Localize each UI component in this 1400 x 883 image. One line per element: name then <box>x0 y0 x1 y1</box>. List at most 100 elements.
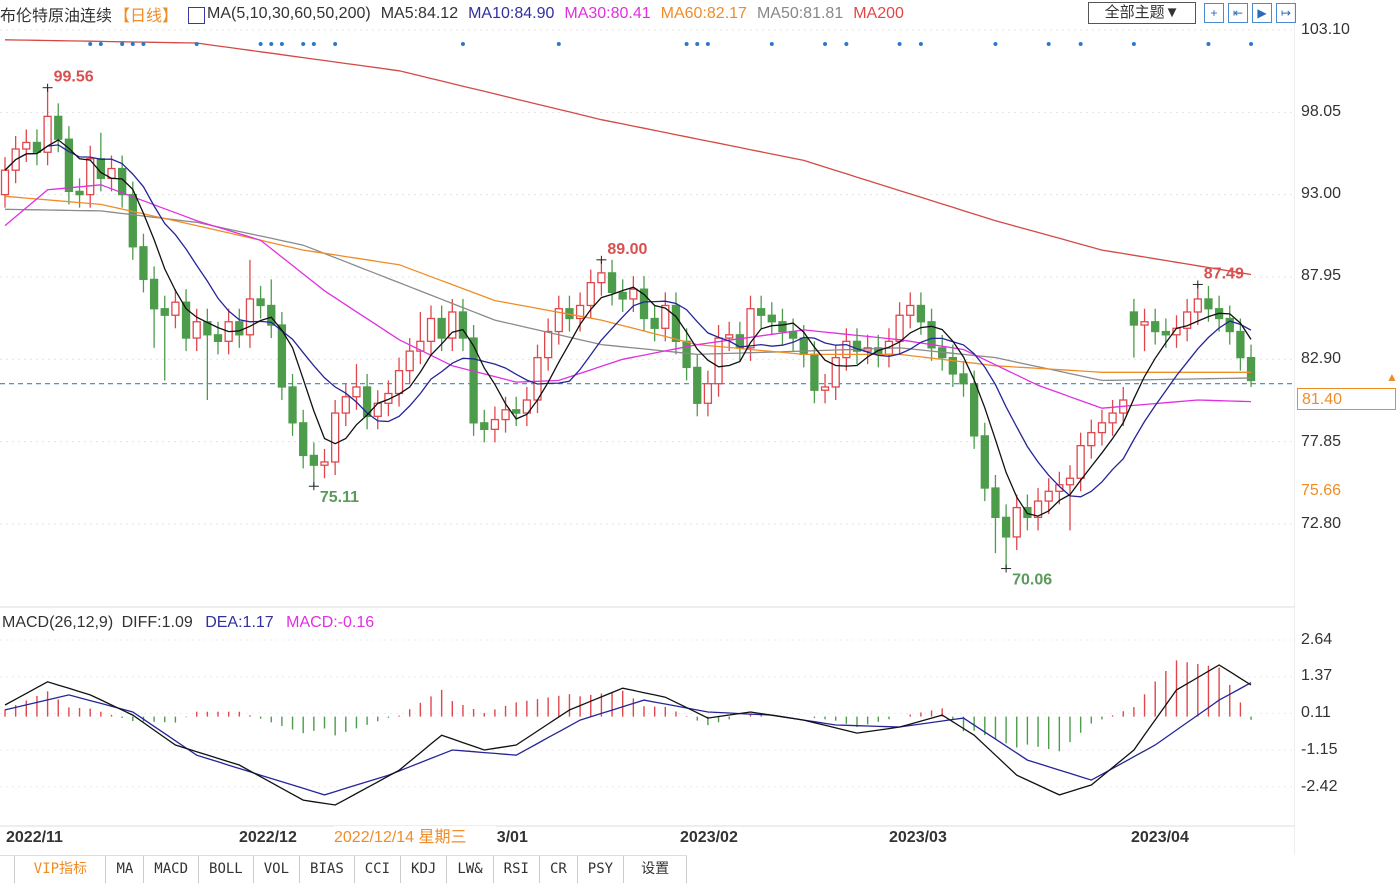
price-tick: 72.80 <box>1301 515 1342 532</box>
candle-body <box>256 298 265 307</box>
tab-bias[interactable]: BIAS <box>300 856 355 883</box>
signal-marker <box>705 42 710 46</box>
signal-marker <box>684 42 689 46</box>
macd-diff: DIFF:1.09 <box>121 614 193 631</box>
signal-marker <box>1078 42 1083 46</box>
candle-body <box>86 158 95 196</box>
candle-body <box>1044 490 1053 502</box>
signal-marker <box>556 42 561 46</box>
tab-psy[interactable]: PSY <box>578 856 625 883</box>
candle-body <box>1097 422 1107 434</box>
candle-body <box>309 454 319 466</box>
candle-body <box>1151 321 1160 333</box>
ma60-line <box>4 195 1251 373</box>
chart-header: 布伦特原油连续 【日线】 MA(5,10,30,60,50,200) MA5:8… <box>0 3 914 25</box>
candle-body <box>767 314 776 323</box>
ma60-value: MA60:82.17 <box>660 5 747 22</box>
tab-rsi[interactable]: RSI <box>494 856 540 883</box>
candle-body <box>544 330 553 359</box>
candle-body <box>245 298 255 336</box>
candle-body <box>597 272 606 284</box>
date-tick: 2022/12 <box>239 829 297 846</box>
candle-body <box>895 314 904 342</box>
marked-price-label: 75.66 <box>1301 482 1342 499</box>
date-tick: 2023/04 <box>1131 829 1189 846</box>
signal-marker <box>918 42 923 46</box>
signal-marker <box>844 42 849 46</box>
signal-marker <box>311 42 316 46</box>
candle-body <box>799 337 808 356</box>
candle-body <box>352 386 361 398</box>
candle-body <box>607 272 617 294</box>
signal-marker <box>695 42 700 46</box>
candle-body <box>916 304 926 323</box>
crosshair-date-tooltip: 2022/12/14 星期三 <box>334 826 496 850</box>
ma50-line <box>4 208 1252 382</box>
candle-body <box>970 383 979 437</box>
candle-body <box>703 383 713 404</box>
signal-marker <box>993 42 998 46</box>
candle-body <box>149 278 159 310</box>
candle-body <box>533 356 542 401</box>
macd-tick: 0.11 <box>1301 704 1331 721</box>
signal-marker <box>141 42 146 46</box>
play-icon[interactable]: ▶ <box>1252 3 1272 23</box>
candle-body <box>75 190 84 196</box>
price-annotation: 75.11 <box>320 489 359 506</box>
candle-body <box>725 334 734 339</box>
candle-body <box>171 301 180 316</box>
zoom-range-icon[interactable]: ⇤ <box>1228 3 1248 23</box>
ma-params: MA(5,10,30,60,50,200) <box>207 5 371 22</box>
macd-tick: -1.15 <box>1301 741 1338 758</box>
candle-body <box>235 321 244 336</box>
signal-marker <box>1206 42 1211 46</box>
candle-body <box>1129 311 1139 326</box>
tab-ma[interactable]: MA <box>106 856 145 883</box>
signal-marker <box>823 42 828 46</box>
candle-body <box>128 193 137 248</box>
tab-settings[interactable]: 设置 <box>624 856 688 883</box>
tab-vol[interactable]: VOL <box>254 856 301 883</box>
tab-kdj[interactable]: KDJ <box>401 856 448 883</box>
date-tick: 2022/11 <box>6 829 63 846</box>
tab-lw[interactable]: LW& <box>447 856 494 883</box>
signal-marker <box>333 42 338 46</box>
candle-body <box>778 321 787 333</box>
candle-body <box>788 330 798 339</box>
macd-tick: 1.37 <box>1301 667 1333 684</box>
candle-body <box>512 409 521 414</box>
signal-marker <box>1046 42 1051 46</box>
candle-body <box>980 435 989 489</box>
macd-tick: 2.64 <box>1301 631 1333 648</box>
jump-end-icon[interactable]: ↦ <box>1276 3 1296 23</box>
candle-body <box>490 418 500 431</box>
tab-macd[interactable]: MACD <box>144 856 200 883</box>
candle-body <box>1108 412 1117 424</box>
tab-boll[interactable]: BOLL <box>199 856 254 883</box>
tab-left-edge <box>0 856 16 883</box>
ma-chart-icon[interactable] <box>188 6 206 24</box>
current-price-label: 81.40 <box>1297 388 1396 410</box>
indicator-tabs: VIP指标 MA MACD BOLL VOL BIAS CCI KDJ LW& … <box>0 855 688 883</box>
candle-body <box>1204 298 1213 310</box>
candle-body <box>959 373 968 385</box>
candle-body <box>405 350 414 372</box>
candle-body <box>693 366 702 404</box>
candle-body <box>288 386 297 424</box>
candle-body <box>320 461 329 466</box>
tab-cr[interactable]: CR <box>540 856 578 883</box>
theme-dropdown[interactable]: 全部主题▼ <box>1088 2 1196 24</box>
candle-body <box>991 487 1000 519</box>
crosshair-icon[interactable]: + <box>1204 3 1224 23</box>
alert-arrow-icon[interactable]: ▲ <box>1386 370 1398 384</box>
ma200-value: MA200 <box>853 5 904 22</box>
candle-body <box>394 370 404 395</box>
price-chart[interactable]: 99.56 75.11 89.00 87.49 70.06 <box>0 0 1295 855</box>
candle-body <box>831 356 840 388</box>
candle-body <box>139 246 148 281</box>
period-label[interactable]: 【日线】 <box>114 2 178 26</box>
tab-vip[interactable]: VIP指标 <box>15 856 107 883</box>
candle-body <box>1087 431 1096 447</box>
tab-cci[interactable]: CCI <box>355 856 402 883</box>
candle-body <box>1246 356 1256 382</box>
